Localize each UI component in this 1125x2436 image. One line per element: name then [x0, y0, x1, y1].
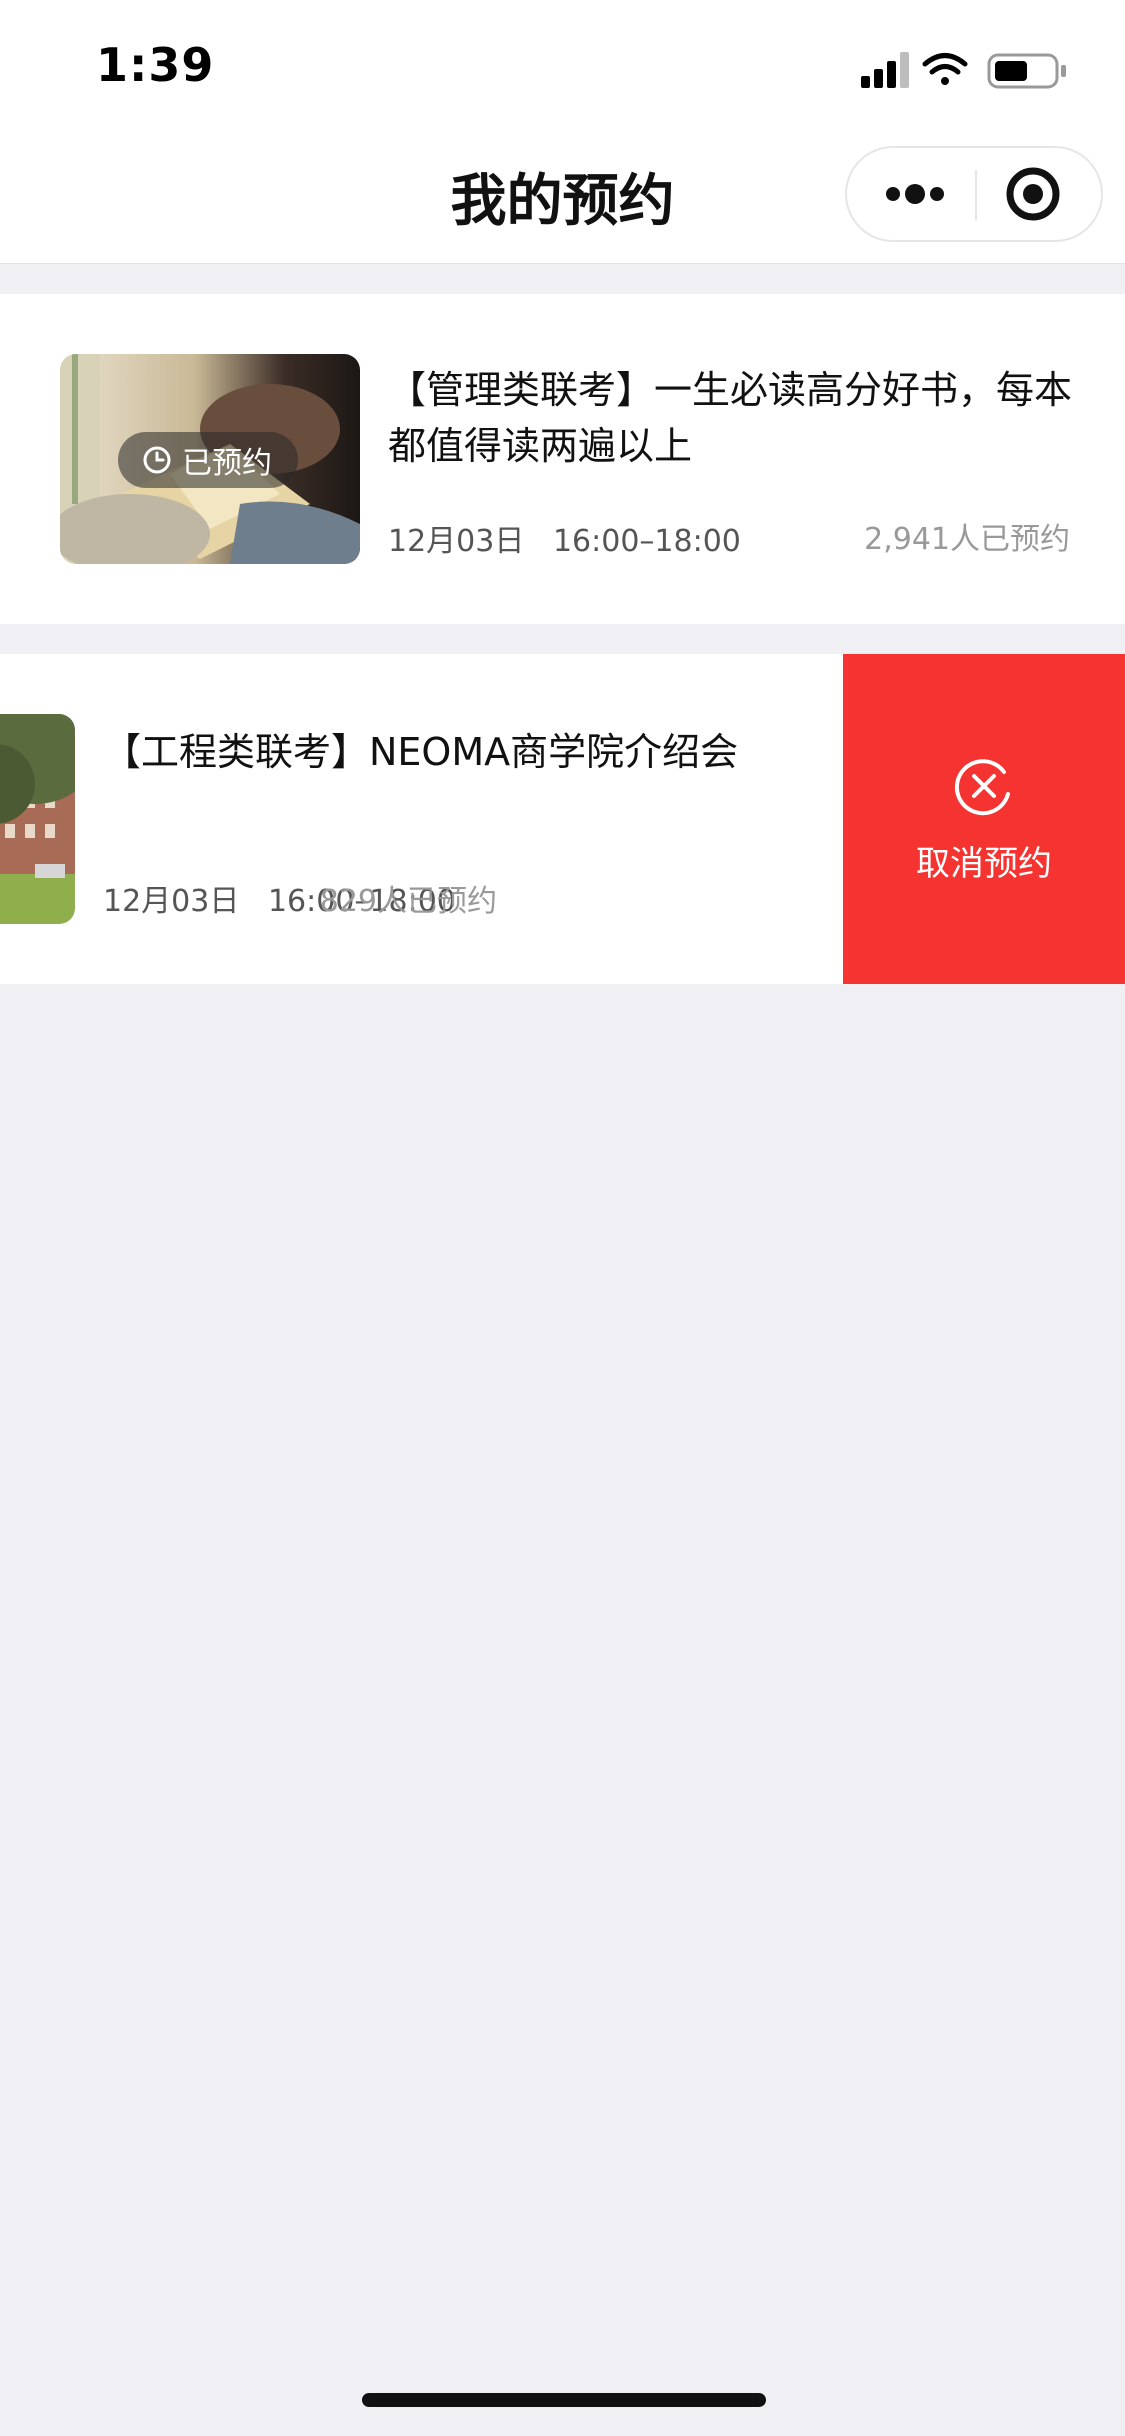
close-button[interactable]: [973, 148, 1101, 240]
cancel-reservation-label: 取消预约: [916, 843, 1052, 884]
more-button[interactable]: [847, 148, 975, 240]
reservation-datetime: 12月03日 16:00–18:00: [388, 516, 741, 560]
wifi-icon: [922, 53, 968, 85]
cancel-circle-icon: [954, 758, 1010, 815]
signal-icon: [861, 52, 909, 88]
campus-photo-image: [0, 714, 75, 924]
reservation-card-content[interactable]: 【工程类联考】NEOMA商学院介绍会 12月03日 16:00–18:00 82…: [0, 654, 840, 984]
reservation-title: 【工程类联考】NEOMA商学院介绍会: [103, 730, 739, 774]
status-badge: 已预约: [118, 432, 298, 488]
reservation-card[interactable]: 已预约 【管理类联考】一生必读高分好书，每本都值得读两遍以上 12月03日 16…: [0, 294, 1125, 624]
more-dots-icon: [886, 184, 944, 204]
reservation-thumbnail: [0, 714, 75, 924]
reservation-count: 829人已预约: [319, 884, 497, 919]
target-close-icon: [1006, 167, 1060, 221]
reservation-time: 16:00–18:00: [552, 524, 741, 559]
reservation-date: 12月03日: [388, 524, 525, 559]
status-icons: [861, 50, 1081, 90]
clock-icon: [143, 446, 171, 474]
status-badge-label: 已预约: [182, 446, 272, 481]
reservation-date: 12月03日: [103, 884, 240, 919]
reservation-title: 【管理类联考】一生必读高分好书，每本都值得读两遍以上: [388, 368, 1073, 468]
reservation-thumbnail: 已预约: [60, 354, 360, 564]
reservation-card-swiped[interactable]: 【工程类联考】NEOMA商学院介绍会 12月03日 16:00–18:00 82…: [0, 654, 1125, 984]
cancel-reservation-button[interactable]: 取消预约: [843, 654, 1125, 984]
home-indicator: [362, 2393, 766, 2407]
status-bar: 1:39: [0, 0, 1125, 132]
navigation-bar: 我的预约: [0, 132, 1125, 264]
reservation-count: 2,941人已预约: [864, 522, 1070, 557]
mini-program-capsule: [845, 146, 1103, 242]
status-time: 1:39: [96, 38, 215, 92]
battery-icon: [987, 53, 1066, 89]
